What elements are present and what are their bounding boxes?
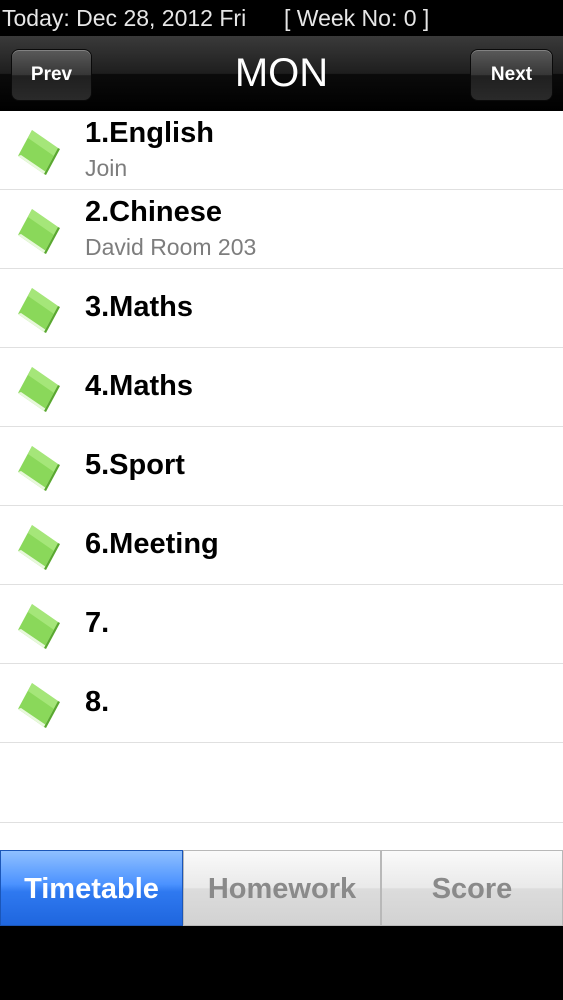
book-icon xyxy=(18,288,60,333)
book-icon xyxy=(18,209,60,254)
lesson-row[interactable]: 8. xyxy=(0,664,563,743)
lesson-row[interactable]: 4.Maths xyxy=(0,348,563,427)
bottom-area xyxy=(0,926,563,1000)
book-icon xyxy=(18,446,60,491)
current-date-text: Today: Dec 28, 2012 Fri xyxy=(2,5,247,31)
lesson-title: 7. xyxy=(85,607,110,639)
book-icon xyxy=(18,683,60,728)
tab-score[interactable]: Score xyxy=(381,850,563,926)
lesson-title: 5.Sport xyxy=(85,449,185,481)
lesson-subtitle: David Room 203 xyxy=(85,234,257,260)
lesson-title: 3.Maths xyxy=(85,291,193,323)
book-icon xyxy=(18,604,60,649)
tab-bar: Timetable Homework Score xyxy=(0,850,563,926)
book-icon xyxy=(18,367,60,412)
lesson-subtitle: Join xyxy=(85,155,128,181)
lesson-row[interactable]: 2.Chinese David Room 203 xyxy=(0,190,563,269)
lesson-row[interactable]: 6.Meeting xyxy=(0,506,563,585)
lesson-title: 1.English xyxy=(85,117,214,149)
prev-button[interactable]: Prev xyxy=(11,49,92,101)
book-icon xyxy=(18,130,60,175)
tab-homework[interactable]: Homework xyxy=(183,850,381,926)
timetable-list: 1.English Join 2.Chinese David Room 203 … xyxy=(0,111,563,850)
tab-timetable[interactable]: Timetable xyxy=(0,850,183,926)
next-button[interactable]: Next xyxy=(470,49,553,101)
navigation-bar: MON Prev Next xyxy=(0,36,563,111)
status-bar: Today: Dec 28, 2012 Fri [ Week No: 0 ] xyxy=(0,0,563,36)
book-icon xyxy=(18,525,60,570)
lesson-row[interactable]: 7. xyxy=(0,585,563,664)
week-number-text: [ Week No: 0 ] xyxy=(284,5,430,31)
lesson-title: 2.Chinese xyxy=(85,196,222,228)
lesson-row[interactable]: 1.English Join xyxy=(0,111,563,190)
lesson-row[interactable]: 5.Sport xyxy=(0,427,563,506)
lesson-title: 6.Meeting xyxy=(85,528,219,560)
lesson-row[interactable]: 3.Maths xyxy=(0,269,563,348)
lesson-title: 4.Maths xyxy=(85,370,193,402)
list-divider xyxy=(0,822,563,823)
lesson-title: 8. xyxy=(85,686,110,718)
